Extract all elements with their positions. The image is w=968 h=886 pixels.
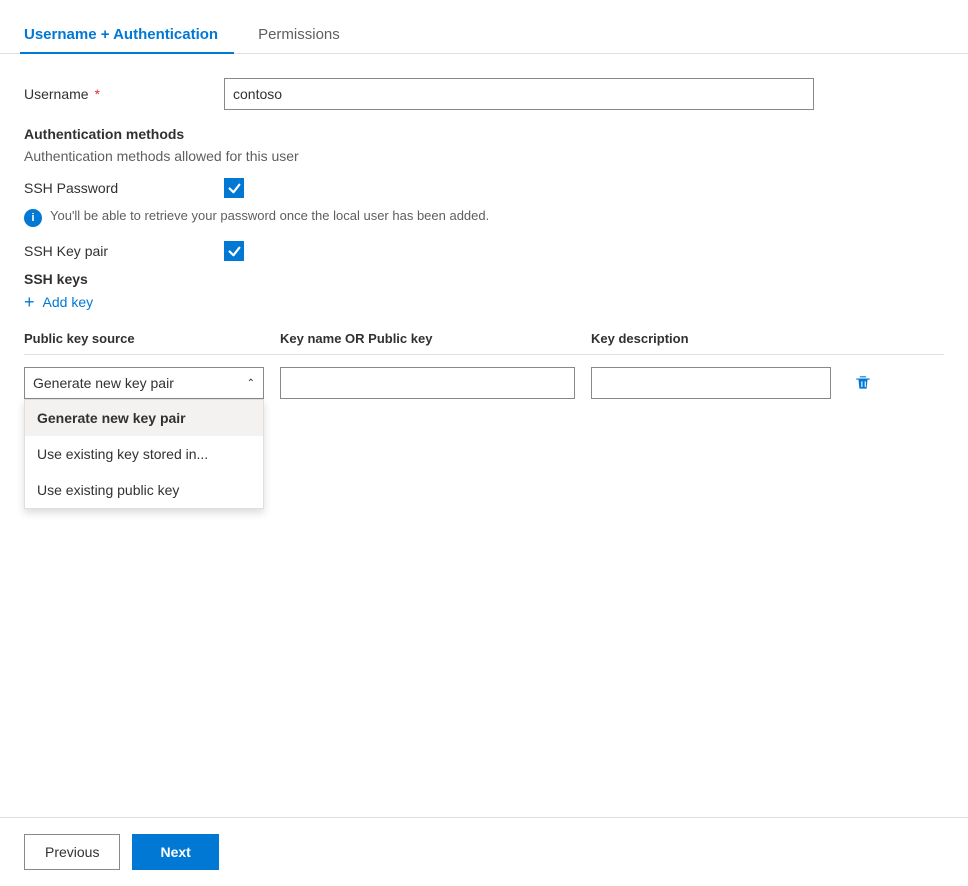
source-dropdown-menu: Generate new key pair Use existing key s… — [24, 399, 264, 509]
source-dropdown-container: Generate new key pair ⌃ Generate new key… — [24, 367, 264, 399]
ssh-keys-section: SSH keys + Add key Public key source Key… — [24, 271, 944, 399]
key-desc-input[interactable] — [591, 367, 831, 399]
ssh-keys-title: SSH keys — [24, 271, 944, 287]
auth-methods-title: Authentication methods — [24, 126, 944, 142]
ssh-password-checkbox[interactable] — [224, 178, 244, 198]
add-key-row[interactable]: + Add key — [24, 293, 944, 311]
chevron-down-icon: ⌃ — [247, 378, 255, 389]
delete-key-button[interactable] — [847, 367, 879, 399]
username-input[interactable] — [224, 78, 814, 110]
source-dropdown-button[interactable]: Generate new key pair ⌃ — [24, 367, 264, 399]
plus-icon: + — [24, 293, 35, 311]
col-header-keyname: Key name OR Public key — [280, 331, 575, 346]
ssh-keypair-row: SSH Key pair — [24, 241, 944, 261]
previous-button[interactable]: Previous — [24, 834, 120, 870]
dropdown-selected-value: Generate new key pair — [33, 375, 174, 391]
password-info-text: You'll be able to retrieve your password… — [50, 208, 489, 223]
tabs-bar: Username + Authentication Permissions — [0, 16, 968, 54]
table-header-row: Public key source Key name OR Public key… — [24, 331, 944, 355]
ssh-password-label: SSH Password — [24, 180, 224, 196]
page-wrapper: Username + Authentication Permissions Us… — [0, 0, 968, 886]
dropdown-option-existing-stored[interactable]: Use existing key stored in... — [25, 436, 263, 472]
ssh-keypair-checkbox[interactable] — [224, 241, 244, 261]
trash-icon — [854, 374, 872, 392]
username-label: Username * — [24, 86, 224, 102]
footer: Previous Next — [0, 817, 968, 886]
dropdown-option-generate[interactable]: Generate new key pair — [25, 400, 263, 436]
next-button[interactable]: Next — [132, 834, 218, 870]
ssh-keypair-label: SSH Key pair — [24, 243, 224, 259]
ssh-password-row: SSH Password — [24, 178, 944, 198]
main-content: Username * Authentication methods Authen… — [0, 54, 968, 817]
key-row: Generate new key pair ⌃ Generate new key… — [24, 367, 944, 399]
dropdown-option-existing-public[interactable]: Use existing public key — [25, 472, 263, 508]
password-info-banner: i You'll be able to retrieve your passwo… — [24, 208, 944, 227]
col-header-desc: Key description — [591, 331, 831, 346]
tab-username-auth[interactable]: Username + Authentication — [20, 16, 234, 53]
col-header-source: Public key source — [24, 331, 264, 346]
required-indicator: * — [91, 86, 100, 102]
key-name-input[interactable] — [280, 367, 575, 399]
col-header-action — [847, 331, 879, 346]
tab-permissions[interactable]: Permissions — [254, 16, 356, 53]
auth-methods-desc: Authentication methods allowed for this … — [24, 148, 944, 164]
info-icon: i — [24, 209, 42, 227]
add-key-label: Add key — [43, 294, 94, 310]
username-field-row: Username * — [24, 78, 944, 110]
